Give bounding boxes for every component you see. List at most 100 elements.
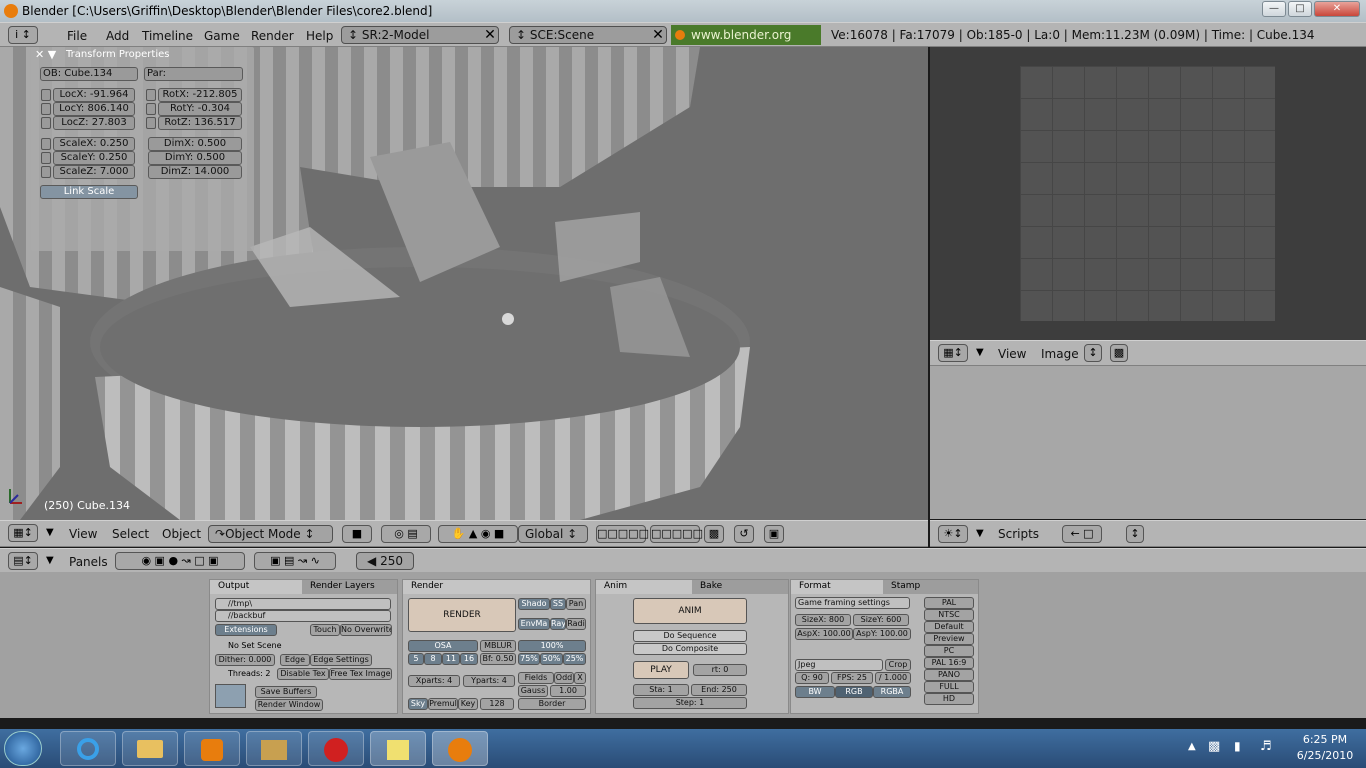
sticky-notes-icon[interactable] <box>370 731 426 766</box>
lock-icon[interactable] <box>41 103 51 115</box>
dimx-field[interactable]: DimX: 0.500 <box>148 137 242 151</box>
scaley-field[interactable]: ScaleY: 0.250 <box>53 151 135 165</box>
edge-settings-button[interactable]: Edge Settings <box>310 654 372 666</box>
pivot-icon[interactable]: ◎ ▤ <box>381 525 431 543</box>
lock-layers-icon[interactable]: ▩ <box>704 525 724 543</box>
size-25[interactable]: 25% <box>563 653 586 665</box>
tab-format[interactable]: Format <box>791 580 883 594</box>
sss-toggle[interactable]: SS <box>550 598 566 610</box>
envmap-toggle[interactable]: EnvMa <box>518 618 550 630</box>
collapse-arrow-icon[interactable]: ▼ <box>976 528 984 539</box>
fields-toggle[interactable]: Fields <box>518 672 554 684</box>
rgba-toggle[interactable]: RGBA <box>873 686 911 698</box>
menu-render[interactable]: Render <box>251 29 294 43</box>
start-frame-field[interactable]: Sta: 1 <box>633 684 689 696</box>
info-icon[interactable]: i ↕ <box>8 26 38 44</box>
minimize-button[interactable]: — <box>1262 1 1286 17</box>
osa-16[interactable]: 16 <box>460 653 478 665</box>
play-button[interactable]: PLAY <box>633 661 689 679</box>
dither-field[interactable]: Dither: 0.000 <box>215 654 275 666</box>
lock-icon[interactable] <box>146 103 156 115</box>
device-icon[interactable]: ▩ <box>1208 739 1220 754</box>
size-100-toggle[interactable]: 100% <box>518 640 586 652</box>
preset-default[interactable]: Default <box>924 621 974 633</box>
3d-viewport[interactable]: ✕ ▼ Transform Properties OB: Cube.134 Pa… <box>0 47 928 520</box>
editor-type-grid-icon[interactable]: ▦↕ <box>8 524 38 542</box>
preset-pano[interactable]: PANO <box>924 669 974 681</box>
network-icon[interactable]: ▮ <box>1234 739 1241 753</box>
dimy-field[interactable]: DimY: 0.500 <box>148 151 242 165</box>
menu-add[interactable]: Add <box>106 29 129 43</box>
lock-icon[interactable] <box>41 117 51 129</box>
show-hidden-icons-icon[interactable]: ▲ <box>1188 741 1196 752</box>
image-lock-icon[interactable]: ▩ <box>1110 344 1128 362</box>
osa-11[interactable]: 11 <box>442 653 460 665</box>
locz-field[interactable]: LocZ: 27.803 <box>53 116 135 130</box>
clock[interactable]: 6:25 PM 6/25/2010 <box>1290 733 1360 762</box>
blender-taskbar-icon[interactable] <box>432 731 488 766</box>
roty-field[interactable]: RotY: -0.304 <box>158 102 242 116</box>
preset-pal-169[interactable]: PAL 16:9 <box>924 657 974 669</box>
scripts-browse-icon[interactable]: ↕ <box>1126 525 1144 543</box>
file-format-selector[interactable]: Jpeg <box>795 659 883 671</box>
no-set-scene-label[interactable]: No Set Scene <box>228 641 282 650</box>
aspy-field[interactable]: AspY: 100.00 <box>853 628 911 640</box>
shading-icon[interactable]: ■ <box>342 525 372 543</box>
context-buttons[interactable]: ◉ ▣ ● ↝ □ ▣ <box>115 552 245 570</box>
lock-icon[interactable] <box>146 117 156 129</box>
app-icon-2[interactable] <box>308 731 364 766</box>
pan-toggle[interactable]: Pan <box>566 598 586 610</box>
app-icon-1[interactable] <box>246 731 302 766</box>
tab-render-layers[interactable]: Render Layers <box>302 580 397 594</box>
radio-toggle[interactable]: Radi <box>566 618 586 630</box>
volume-icon[interactable]: ♬ <box>1260 739 1272 754</box>
layer-buttons-1[interactable]: □□□□□ <box>596 525 649 543</box>
menu-view[interactable]: View <box>69 527 97 541</box>
rotx-field[interactable]: RotX: -212.805 <box>158 88 242 102</box>
premul-toggle[interactable]: Premul <box>428 698 458 710</box>
menu-file[interactable]: File <box>67 29 87 43</box>
tab-output[interactable]: Output <box>210 580 302 594</box>
preset-hd[interactable]: HD <box>924 693 974 705</box>
maximize-button[interactable]: □ <box>1288 1 1312 17</box>
rt-field[interactable]: rt: 0 <box>693 664 747 676</box>
scripts-editor-type-icon[interactable]: ☀↕ <box>938 525 968 543</box>
output-path-field[interactable]: //tmp\ <box>215 598 391 610</box>
mblur-toggle[interactable]: MBLUR <box>480 640 516 652</box>
menu-image[interactable]: Image <box>1041 347 1079 361</box>
collapse-arrow-icon[interactable]: ▼ <box>46 555 54 566</box>
rgb-toggle[interactable]: RGB <box>835 686 873 698</box>
size-50[interactable]: 50% <box>540 653 563 665</box>
parent-field[interactable]: Par: <box>144 67 243 81</box>
sizey-field[interactable]: SizeY: 600 <box>853 614 909 626</box>
start-button[interactable] <box>4 731 42 766</box>
tab-bake[interactable]: Bake <box>692 580 788 594</box>
link-scale-toggle[interactable]: Link Scale <box>40 185 138 199</box>
internet-explorer-icon[interactable] <box>60 731 116 766</box>
mode-selector[interactable]: ↷Object Mode ↕ <box>208 525 333 543</box>
buttons-editor-type-icon[interactable]: ▤↕ <box>8 552 38 570</box>
tab-render[interactable]: Render <box>403 580 590 594</box>
manipulator-icons[interactable]: ✋ ▲ ◉ ■ <box>438 525 518 543</box>
lock-icon[interactable] <box>41 166 51 178</box>
bits-selector[interactable]: 128 <box>480 698 514 710</box>
disable-tex-toggle[interactable]: Disable Tex <box>277 668 329 680</box>
delete-scene-icon[interactable]: ✕ <box>649 27 667 45</box>
save-buffers-toggle[interactable]: Save Buffers <box>255 686 317 698</box>
tab-anim[interactable]: Anim <box>596 580 692 594</box>
preset-full[interactable]: FULL <box>924 681 974 693</box>
scripts-back-icon[interactable]: ← □ <box>1062 525 1102 543</box>
edge-toggle[interactable]: Edge <box>280 654 310 666</box>
locy-field[interactable]: LocY: 806.140 <box>53 102 135 116</box>
media-player-icon[interactable] <box>184 731 240 766</box>
aspx-field[interactable]: AspX: 100.00 <box>795 628 853 640</box>
collapse-arrow-icon[interactable]: ▼ <box>46 527 54 538</box>
threads-label[interactable]: Threads: 2 <box>228 669 270 678</box>
yparts-field[interactable]: Yparts: 4 <box>463 675 515 687</box>
dimz-field[interactable]: DimZ: 14.000 <box>148 165 242 179</box>
osa-5[interactable]: 5 <box>408 653 424 665</box>
odd-toggle[interactable]: Odd <box>554 672 574 684</box>
extensions-toggle[interactable]: Extensions <box>215 624 277 636</box>
osa-toggle[interactable]: OSA <box>408 640 478 652</box>
object-name-field[interactable]: OB: Cube.134 <box>40 67 138 81</box>
